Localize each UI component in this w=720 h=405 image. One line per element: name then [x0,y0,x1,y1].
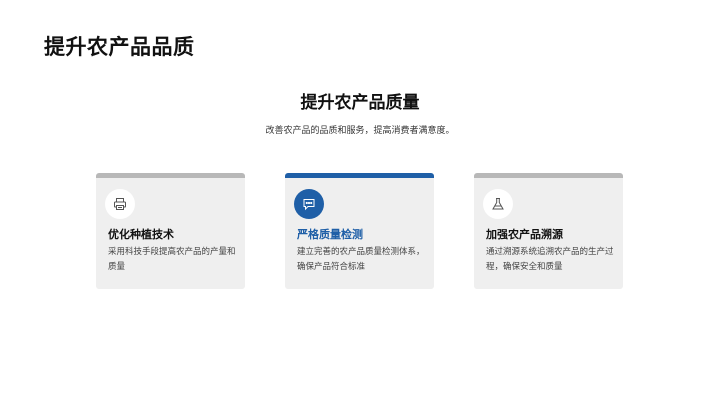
card-title: 加强农产品溯源 [486,228,563,241]
chat-bubble-icon [294,189,324,219]
card-title: 严格质量检测 [297,228,363,241]
card-optimize-planting[interactable]: 优化种植技术 采用科技手段提高农产品的产量和质量 [96,173,245,289]
card-description: 建立完善的农产品质量检测体系，确保产品符合标准 [297,247,425,272]
card-title: 优化种植技术 [108,228,174,241]
section-heading: 提升农产品质量 [300,93,420,113]
card-traceability[interactable]: 加强农产品溯源 通过溯源系统追溯农产品的生产过程，确保安全和质量 [474,173,623,289]
flask-icon [483,189,513,219]
slide-title: 提升农产品品质 [44,35,195,59]
card-description: 通过溯源系统追溯农产品的生产过程，确保安全和质量 [486,247,614,272]
card-quality-inspection[interactable]: 严格质量检测 建立完善的农产品质量检测体系，确保产品符合标准 [285,173,434,289]
printer-icon [105,189,135,219]
section-subtitle: 改善农产品的品质和服务，提高消费者满意度。 [265,126,455,136]
card-description: 采用科技手段提高农产品的产量和质量 [108,247,236,272]
